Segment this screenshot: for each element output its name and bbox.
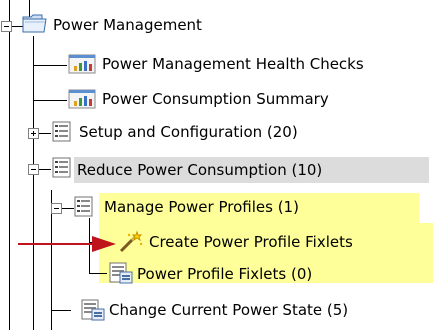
tree-node-manage-power-profiles[interactable]: Manage Power Profiles (1) (101, 197, 302, 219)
list-icon (52, 121, 71, 142)
tree-node-create-power-profile-fixlets[interactable]: Create Power Profile Fixlets (146, 232, 356, 254)
tree-node-label: Power Management Health Checks (102, 55, 364, 73)
tree-guide-line (33, 36, 34, 330)
tree-node-health-checks[interactable]: Power Management Health Checks (99, 54, 367, 76)
tree-guide-line (9, 0, 10, 330)
dashboard-icon (68, 89, 96, 109)
tree-node-label: Setup and Configuration (20) (79, 123, 298, 141)
tree-node-power-management[interactable]: Power Management (50, 15, 205, 37)
folder-icon (22, 14, 47, 33)
expand-toggle-setup-configuration[interactable] (28, 128, 39, 139)
tree-node-label: Power Consumption Summary (102, 90, 329, 108)
collapse-toggle-manage-power-profiles[interactable] (51, 203, 62, 214)
tree-node-label: Create Power Profile Fixlets (149, 233, 353, 251)
tree-node-consumption-summary[interactable]: Power Consumption Summary (99, 89, 332, 111)
dashboard-icon (68, 54, 96, 74)
list-icon (74, 196, 93, 217)
tree-node-label: Change Current Power State (5) (109, 301, 349, 319)
fixlet-list-icon (109, 262, 133, 284)
tree-node-label: Manage Power Profiles (1) (104, 198, 299, 216)
red-arrow-annotation (18, 236, 116, 252)
fixlet-list-icon (81, 299, 105, 321)
tree-connector (39, 169, 51, 170)
tree-node-power-profile-fixlets[interactable]: Power Profile Fixlets (0) (134, 264, 315, 286)
collapse-toggle-reduce-power[interactable] (28, 164, 39, 175)
tree-node-label: Power Management (53, 16, 202, 34)
tree-connector (33, 100, 67, 101)
tree-connector (51, 310, 71, 311)
list-icon (52, 157, 71, 178)
tree-connector (39, 133, 51, 134)
tree-connector (89, 273, 107, 274)
wizard-wand-icon (119, 230, 143, 253)
tree-node-label: Power Profile Fixlets (0) (137, 265, 313, 283)
tree-node-change-current-power-state[interactable]: Change Current Power State (5) (106, 300, 351, 322)
tree-node-label: Reduce Power Consumption (10) (77, 161, 323, 179)
tree-connector (33, 65, 67, 66)
tree-node-setup-configuration[interactable]: Setup and Configuration (20) (76, 122, 301, 144)
collapse-toggle-power-management[interactable] (1, 21, 12, 32)
tree-node-reduce-power-consumption[interactable]: Reduce Power Consumption (10) (74, 157, 429, 183)
